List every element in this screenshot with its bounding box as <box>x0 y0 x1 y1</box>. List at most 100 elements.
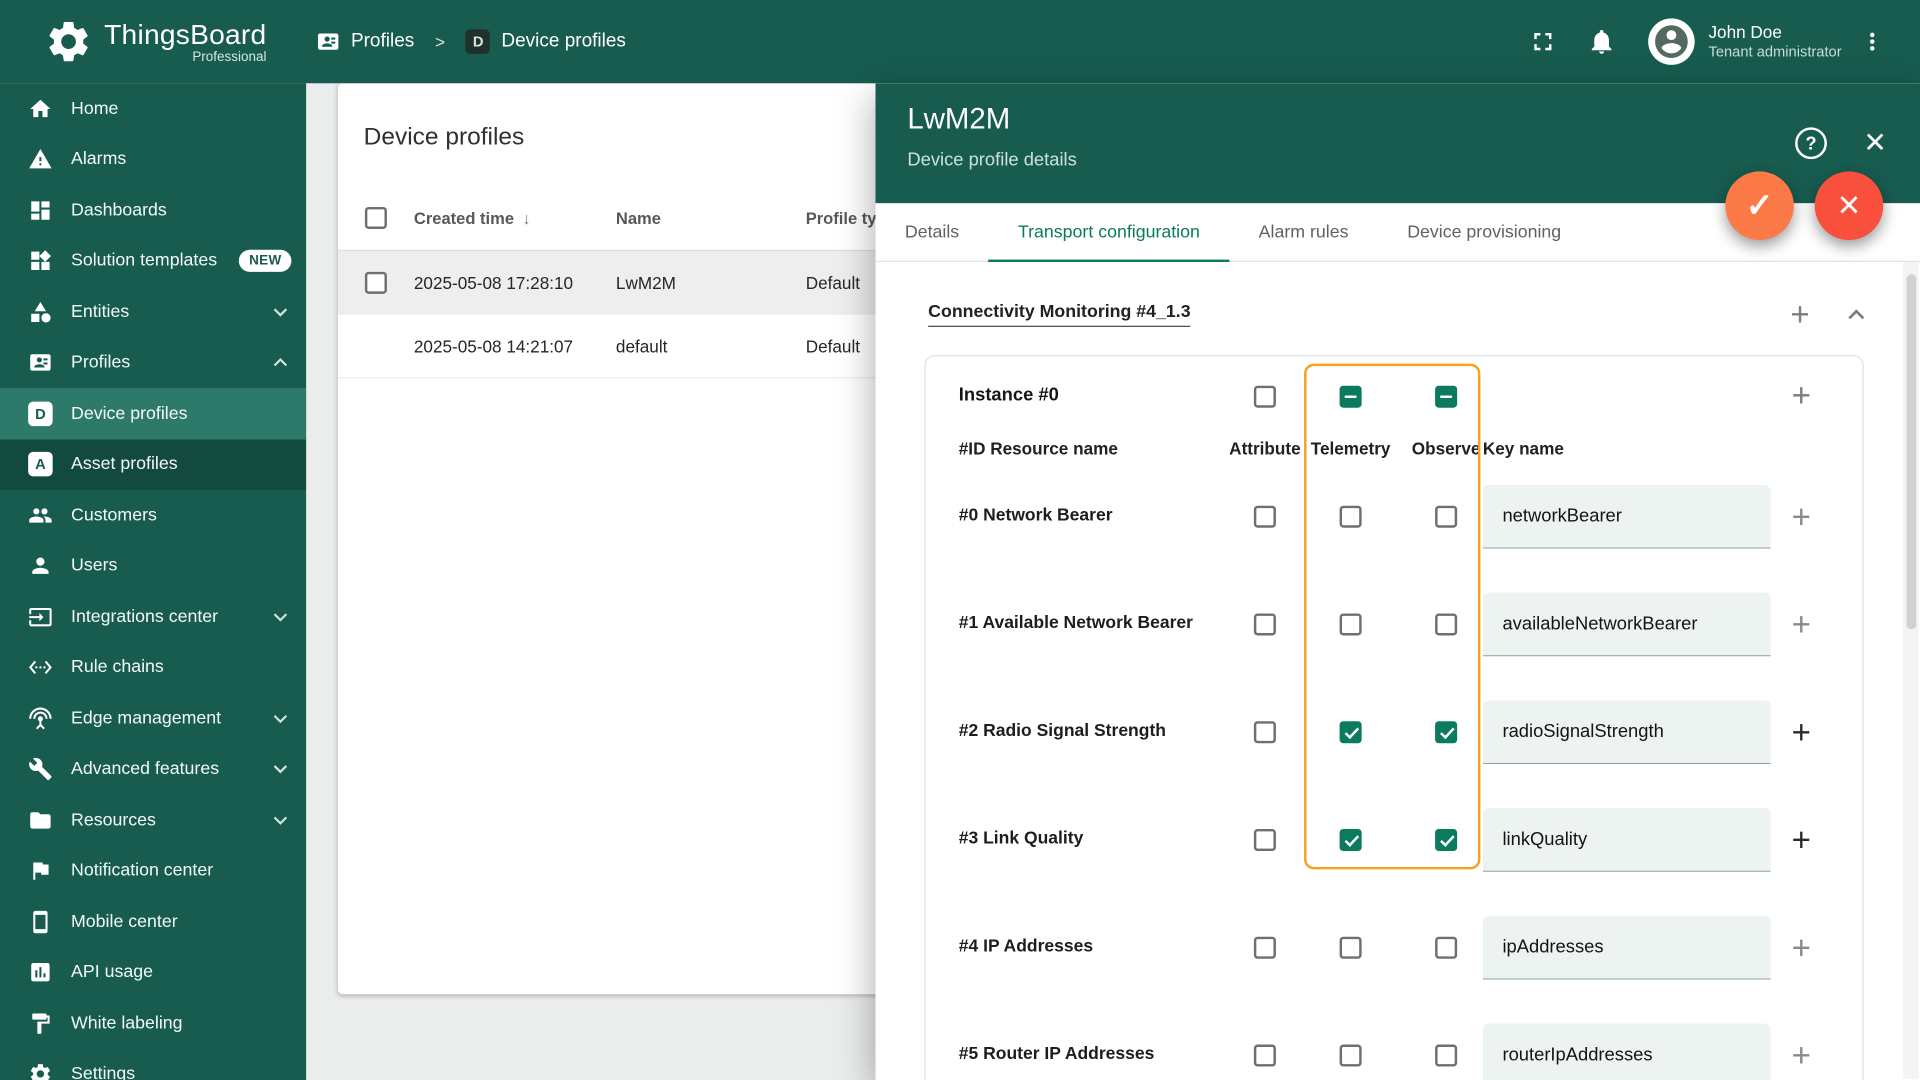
attribute-checkbox[interactable] <box>1253 936 1276 959</box>
telemetry-checkbox[interactable] <box>1339 721 1362 744</box>
sidebar-item-asset-profiles[interactable]: A Asset profiles <box>0 438 307 490</box>
sidebar-item-white-labeling[interactable]: White labeling <box>0 998 306 1049</box>
sidebar-item-label: Rule chains <box>71 657 164 678</box>
fullscreen-icon[interactable] <box>1528 27 1557 56</box>
telemetry-checkbox[interactable] <box>1339 936 1362 959</box>
sidebar-item-dashboards[interactable]: Dashboards <box>0 185 306 236</box>
row-checkbox[interactable] <box>364 271 387 294</box>
tab-device-provisioning[interactable]: Device provisioning <box>1378 203 1591 261</box>
attribute-checkbox[interactable] <box>1253 721 1276 744</box>
sidebar-item-users[interactable]: Users <box>0 541 306 592</box>
add-instance-button[interactable]: + <box>1784 298 1816 331</box>
cell-profile-type: Default <box>805 336 861 357</box>
observe-checkbox[interactable] <box>1435 613 1458 636</box>
sidebar-item-alarms[interactable]: Alarms <box>0 134 306 185</box>
gear-icon <box>30 1064 50 1080</box>
sidebar-item-solution-templates[interactable]: Solution templates NEW <box>0 236 306 287</box>
avatar[interactable] <box>1648 18 1696 65</box>
topbar-actions: John Doe Tenant administrator <box>1528 18 1885 65</box>
breadcrumb-profiles[interactable]: Profiles <box>315 29 414 53</box>
entities-icon <box>31 301 51 323</box>
cell-created-time: 2025-05-08 14:21:07 <box>413 336 574 357</box>
observe-checkbox[interactable] <box>1435 721 1458 744</box>
attribute-checkbox[interactable] <box>1253 505 1276 528</box>
sidebar-item-mobile-center[interactable]: Mobile center <box>0 896 306 947</box>
close-icon[interactable]: ✕ <box>1863 124 1887 161</box>
telemetry-checkbox[interactable] <box>1339 1044 1362 1067</box>
object-title: Connectivity Monitoring #4_1.3 <box>928 302 1191 327</box>
sidebar-item-integrations-center[interactable]: Integrations center <box>0 591 306 642</box>
sidebar-item-notification-center[interactable]: Notification center <box>0 846 306 897</box>
sidebar-item-device-profiles[interactable]: D Device profiles <box>0 388 307 439</box>
sidebar-item-rule-chains[interactable]: Rule chains <box>0 642 306 693</box>
instance-telemetry-checkbox[interactable] <box>1339 385 1362 408</box>
breadcrumb-device-profiles[interactable]: D Device profiles <box>465 29 626 54</box>
chevron-down-icon <box>273 765 288 774</box>
telemetry-checkbox[interactable] <box>1339 505 1362 528</box>
scrollbar-thumb[interactable] <box>1905 274 1916 630</box>
attribute-checkbox[interactable] <box>1253 828 1276 852</box>
sidebar-item-api-usage[interactable]: API usage <box>0 947 306 998</box>
attribute-checkbox[interactable] <box>1253 1044 1276 1067</box>
drawer-scrollbar[interactable] <box>1902 262 1919 1079</box>
sidebar: Home Alarms Dashboards Solution template… <box>0 83 307 1080</box>
sidebar-item-resources[interactable]: Resources <box>0 795 306 846</box>
observe-checkbox[interactable] <box>1435 1044 1458 1067</box>
resource-row-ip-addresses: #4 IP Addresses + <box>926 894 1863 1002</box>
column-header-name[interactable]: Name <box>616 186 661 251</box>
edge-antenna-icon <box>29 707 52 730</box>
sidebar-item-customers[interactable]: Customers <box>0 490 306 541</box>
sidebar-item-profiles[interactable]: Profiles <box>0 337 306 388</box>
collapse-section-icon[interactable] <box>1840 299 1872 331</box>
more-menu-icon[interactable] <box>1859 28 1886 55</box>
chevron-down-icon <box>273 613 288 622</box>
user-role: Tenant administrator <box>1708 43 1842 61</box>
tab-transport-configuration[interactable]: Transport configuration <box>988 203 1230 263</box>
attribute-checkbox[interactable] <box>1253 613 1276 636</box>
cancel-changes-fab[interactable]: ✕ <box>1814 171 1884 240</box>
observe-checkbox[interactable] <box>1435 936 1458 959</box>
key-name-input[interactable] <box>1482 700 1771 765</box>
key-name-input[interactable] <box>1482 484 1771 549</box>
instance-attribute-checkbox[interactable] <box>1253 385 1276 408</box>
sidebar-item-entities[interactable]: Entities <box>0 287 306 338</box>
key-name-input[interactable] <box>1482 592 1771 657</box>
thingsboard-logo[interactable]: ThingsBoard Professional <box>44 17 266 66</box>
resource-label: #1 Available Network Bearer <box>958 613 1193 634</box>
notifications-bell-icon[interactable] <box>1587 27 1616 56</box>
drawer-title: LwM2M <box>907 102 1011 136</box>
instance-add-button[interactable]: + <box>1785 377 1817 415</box>
telemetry-checkbox[interactable] <box>1339 613 1362 636</box>
key-name-input[interactable] <box>1482 808 1771 872</box>
tab-alarm-rules[interactable]: Alarm rules <box>1229 203 1378 261</box>
chevron-up-icon <box>273 358 288 367</box>
resource-add-button[interactable]: + <box>1785 929 1817 967</box>
observe-checkbox[interactable] <box>1435 505 1458 528</box>
resource-add-button[interactable]: + <box>1785 1037 1817 1075</box>
apply-changes-fab[interactable]: ✓ <box>1725 171 1794 240</box>
warning-icon <box>29 149 52 169</box>
observe-checkbox[interactable] <box>1435 828 1458 852</box>
resource-add-button[interactable]: + <box>1785 822 1817 860</box>
sidebar-item-label: Resources <box>71 810 156 830</box>
profiles-icon <box>317 33 338 50</box>
key-name-input[interactable] <box>1482 915 1771 980</box>
tab-details[interactable]: Details <box>876 203 989 261</box>
instance-observe-checkbox[interactable] <box>1435 385 1458 408</box>
resource-add-button[interactable]: + <box>1785 498 1817 536</box>
resource-add-button[interactable]: + <box>1785 714 1817 752</box>
resource-row-radio-signal-strength: #2 Radio Signal Strength + <box>926 678 1863 786</box>
column-header-created-time[interactable]: Created time ↓ <box>414 186 531 251</box>
sidebar-item-edge-management[interactable]: Edge management <box>0 693 306 744</box>
key-name-input[interactable] <box>1482 1023 1771 1080</box>
telemetry-checkbox[interactable] <box>1339 828 1362 852</box>
wrench-icon <box>29 758 52 781</box>
help-button[interactable]: ? <box>1795 127 1827 160</box>
sidebar-item-label: Notification center <box>71 861 214 881</box>
sidebar-item-home[interactable]: Home <box>0 83 306 134</box>
select-all-checkbox[interactable] <box>364 206 387 229</box>
chevron-down-icon <box>273 308 288 317</box>
sidebar-item-advanced-features[interactable]: Advanced features <box>0 744 306 795</box>
resource-add-button[interactable]: + <box>1785 606 1817 644</box>
sidebar-item-settings[interactable]: Settings <box>0 1049 306 1080</box>
